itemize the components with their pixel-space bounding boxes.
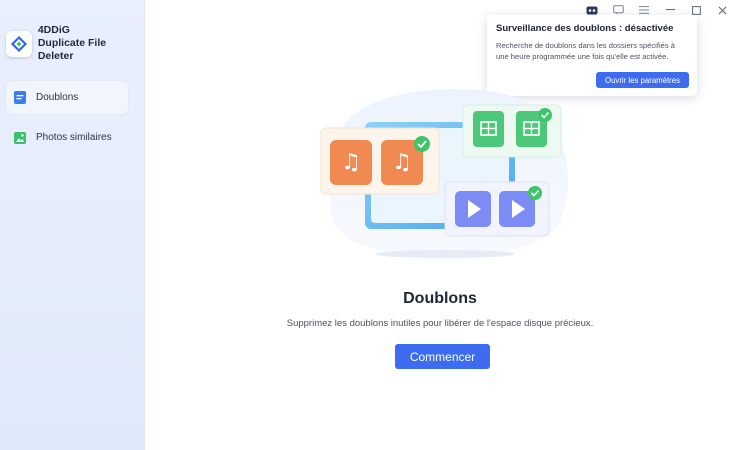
sidebar-item-photos-similaires[interactable]: Photos similaires — [5, 120, 129, 155]
svg-text:♫: ♫ — [392, 150, 412, 175]
image-icon — [13, 131, 27, 145]
app-name-line2: Duplicate File Deleter — [37, 37, 107, 62]
app-brand: 4DDiG Duplicate File Deleter — [6, 24, 144, 63]
duplicates-illustration: ♫ ♫ — [295, 82, 595, 267]
app-logo-icon — [6, 30, 32, 57]
sidebar-item-doublons[interactable]: Doublons — [5, 80, 129, 115]
sidebar: 4DDiG Duplicate File Deleter Doublons Ph… — [0, 0, 145, 450]
sidebar-item-label: Photos similaires — [36, 132, 112, 143]
app-name-line1: 4DDiG — [37, 24, 70, 36]
start-button[interactable]: Commencer — [395, 344, 490, 369]
svg-text:♫: ♫ — [341, 150, 361, 175]
sidebar-item-label: Doublons — [36, 92, 79, 103]
page-subtitle: Supprimez les doublons inutiles pour lib… — [286, 318, 594, 329]
file-icon — [13, 91, 27, 105]
page-title: Doublons — [403, 290, 477, 307]
main-panel: ♫ ♫ Doublons Supprimez les doublons inut… — [145, 0, 735, 450]
